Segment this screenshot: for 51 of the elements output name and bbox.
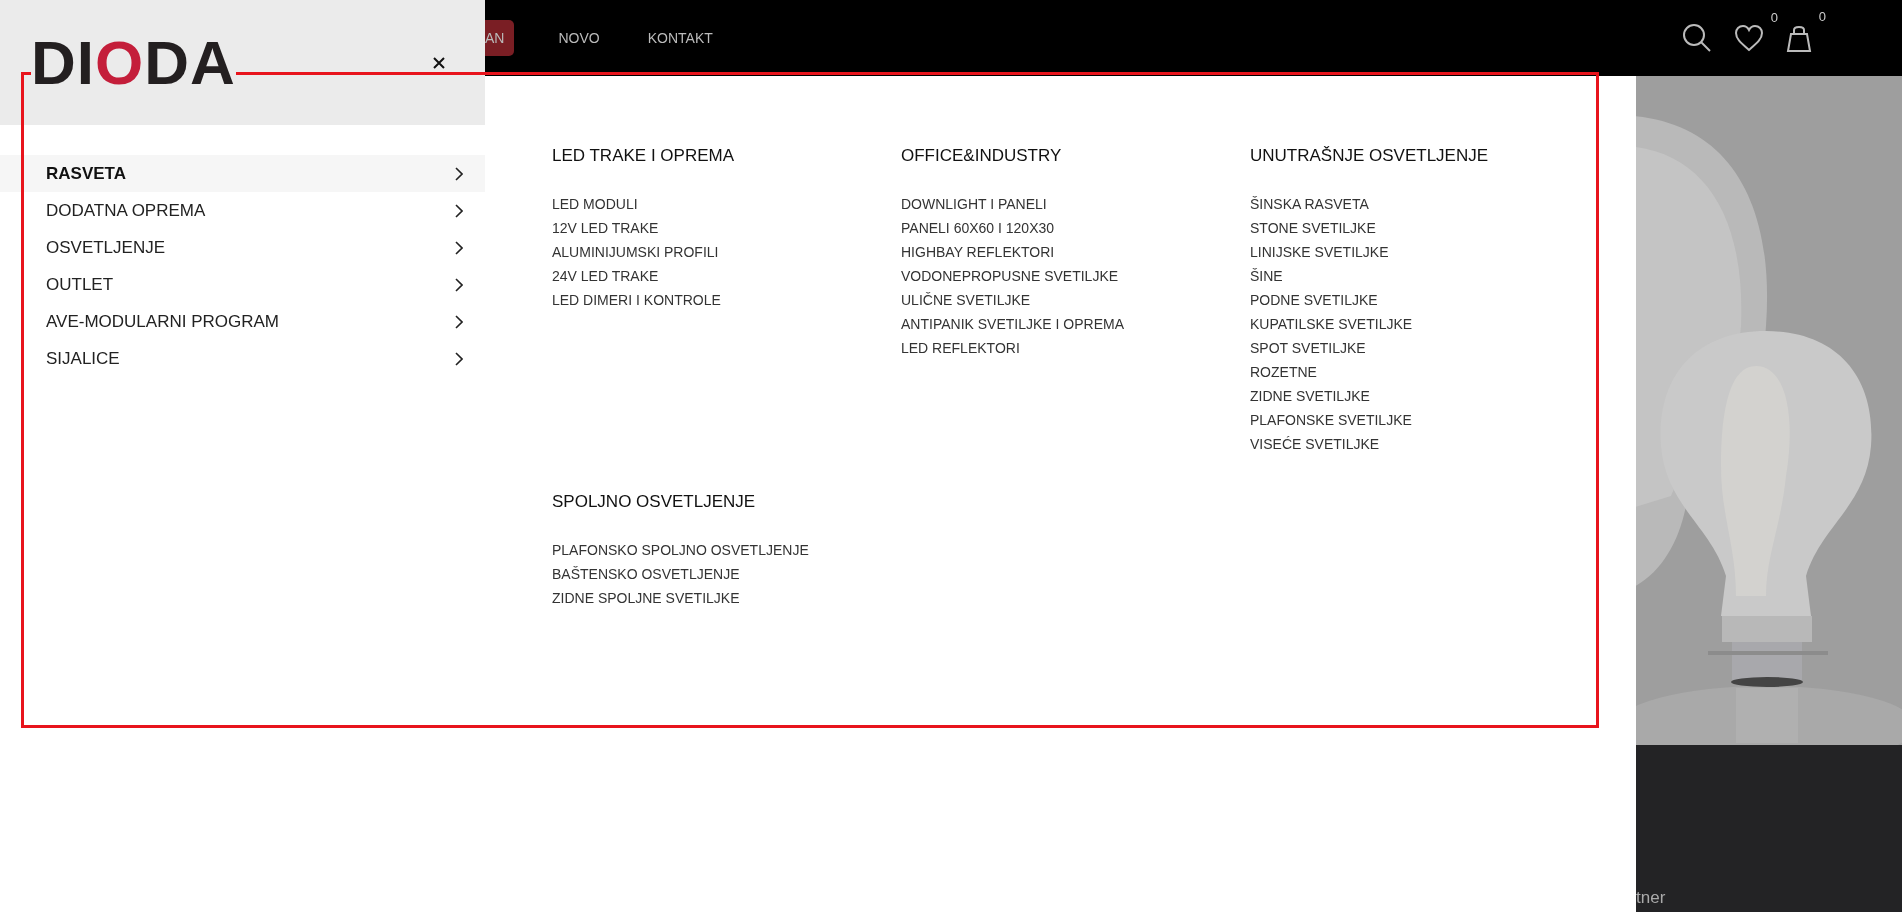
subcategory-link[interactable]: STONE SVETILJKE: [1250, 216, 1599, 240]
sidebar-item[interactable]: OSVETLJENJE: [0, 229, 492, 266]
category-heading[interactable]: UNUTRAŠNJE OSVETLJENJE: [1250, 144, 1599, 168]
sidebar-item[interactable]: SIJALICE: [0, 340, 492, 377]
subcategory-link[interactable]: ZIDNE SVETILJKE: [1250, 384, 1599, 408]
nav-link[interactable]: NOVO: [554, 20, 604, 56]
subcategory-link[interactable]: PLAFONSKO SPOLJNO OSVETLJENJE: [552, 538, 901, 562]
sidebar-item[interactable]: AVE-MODULARNI PROGRAM: [0, 303, 492, 340]
close-icon[interactable]: [433, 57, 445, 69]
sidebar-item[interactable]: DODATNA OPREMA: [0, 192, 492, 229]
subcategory-link[interactable]: VISEĆE SVETILJKE: [1250, 432, 1599, 456]
search-icon[interactable]: [1682, 23, 1712, 53]
chevron-right-icon: [455, 240, 463, 255]
subcategory-link[interactable]: ROZETNE: [1250, 360, 1599, 384]
count-label: 0: [1818, 9, 1826, 24]
subcategory-link[interactable]: VODONEPROPUSNE SVETILJKE: [901, 264, 1250, 288]
subcategory-link[interactable]: LED MODULI: [552, 192, 901, 216]
subcategory-link[interactable]: PODNE SVETILJKE: [1250, 288, 1599, 312]
chevron-right-icon: [455, 203, 463, 218]
subcategory-link[interactable]: LED DIMERI I KONTROLE: [552, 288, 901, 312]
category-heading[interactable]: SPOLJNO OSVETLJENJE: [552, 490, 901, 514]
chevron-right-icon: [455, 314, 463, 329]
subcategory-link[interactable]: KUPATILSKE SVETILJKE: [1250, 312, 1599, 336]
subcategory-link[interactable]: ANTIPANIK SVETILJKE I OPREMA: [901, 312, 1250, 336]
chevron-right-icon: [455, 166, 463, 181]
footer-text: tner: [1636, 888, 1666, 908]
nav-link[interactable]: KONTAKT: [643, 20, 717, 56]
heart-icon[interactable]: [1734, 24, 1764, 52]
subcategory-link[interactable]: BAŠTENSKO OSVETLJENJE: [552, 562, 901, 586]
subcategory-link[interactable]: HIGHBAY REFLEKTORI: [901, 240, 1250, 264]
subcategory-link[interactable]: LED REFLEKTORI: [901, 336, 1250, 360]
subcategory-link[interactable]: ŠINE: [1250, 264, 1599, 288]
subcategory-link[interactable]: ŠINSKA RASVETA: [1250, 192, 1599, 216]
subcategory-link[interactable]: DOWNLIGHT I PANELI: [901, 192, 1250, 216]
sidebar-item[interactable]: OUTLET: [0, 266, 492, 303]
category-heading[interactable]: OFFICE&INDUSTRY: [901, 144, 1250, 168]
subcategory-link[interactable]: ZIDNE SPOLJNE SVETILJKE: [552, 586, 901, 610]
subcategory-link[interactable]: ULIČNE SVETILJKE: [901, 288, 1250, 312]
subcategory-link[interactable]: ALUMINIJUMSKI PROFILI: [552, 240, 901, 264]
nav-link[interactable]: AN: [485, 20, 515, 56]
chevron-right-icon: [455, 351, 463, 366]
chevron-right-icon: [455, 277, 463, 292]
category-heading[interactable]: LED TRAKE I OPREMA: [552, 144, 901, 168]
shopping-bag-icon[interactable]: [1786, 23, 1812, 53]
subcategory-link[interactable]: LINIJSKE SVETILJKE: [1250, 240, 1599, 264]
count-label: 0: [1770, 10, 1778, 25]
subcategory-link[interactable]: 12V LED TRAKE: [552, 216, 901, 240]
subcategory-link[interactable]: SPOT SVETILJKE: [1250, 336, 1599, 360]
subcategory-link[interactable]: 24V LED TRAKE: [552, 264, 901, 288]
subcategory-link[interactable]: PANELI 60X60 I 120X30: [901, 216, 1250, 240]
subcategory-link[interactable]: PLAFONSKE SVETILJKE: [1250, 408, 1599, 432]
